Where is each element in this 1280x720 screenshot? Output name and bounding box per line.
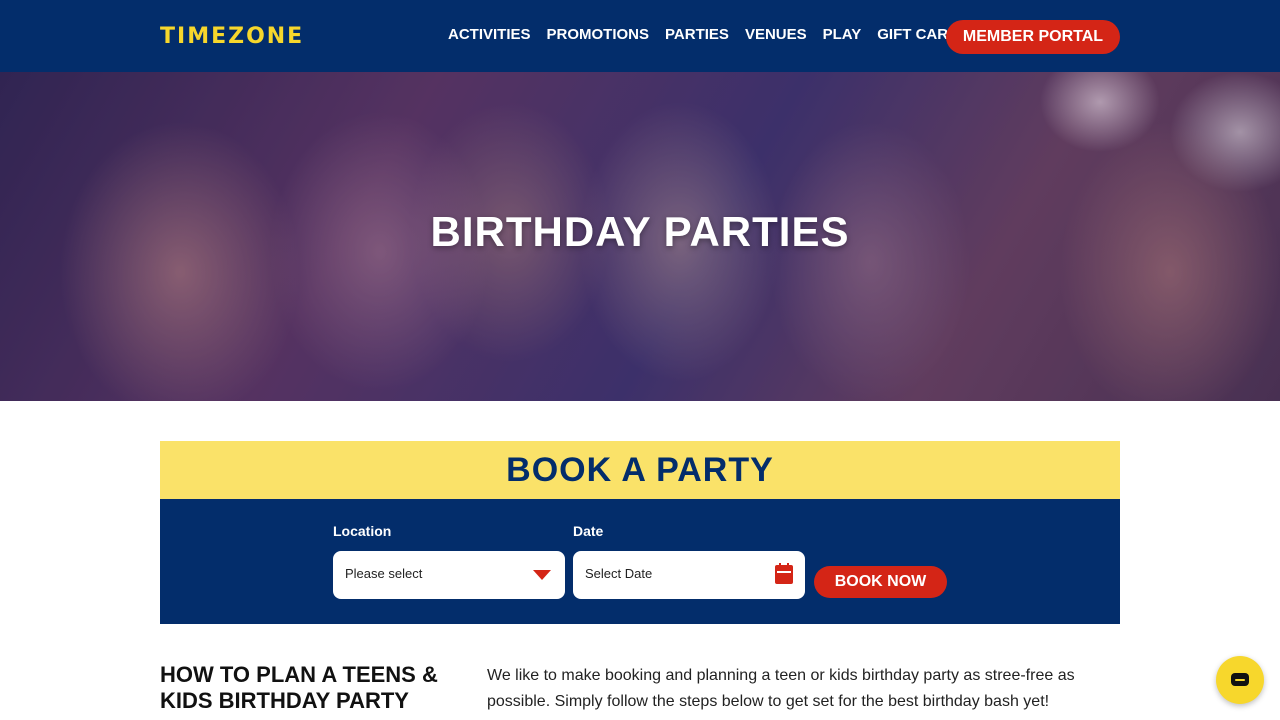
nav-play[interactable]: PLAY [823,26,862,43]
booking-header: BOOK A PARTY [160,441,1120,499]
date-value: Select Date [585,566,653,581]
chevron-down-icon [533,570,551,580]
nav-venues[interactable]: VENUES [745,26,807,43]
hero-title: BIRTHDAY PARTIES [430,208,850,255]
intro-text: We like to make booking and planning a t… [487,667,1075,710]
date-field[interactable]: Select Date [573,551,805,599]
nav-promotions[interactable]: PROMOTIONS [547,26,650,43]
hero-banner: BIRTHDAY PARTIES [0,72,1280,401]
main-nav: ACTIVITIES PROMOTIONS PARTIES VENUES PLA… [448,26,969,43]
calendar-icon[interactable] [775,563,793,584]
date-label: Date [573,523,604,539]
nav-parties[interactable]: PARTIES [665,26,729,43]
timezone-logo[interactable]: TIMEZONE [160,24,304,49]
member-portal-button[interactable]: MEMBER PORTAL [946,20,1120,54]
location-label: Location [333,523,392,539]
location-value: Please select [345,566,423,581]
location-select[interactable]: Please select [333,551,565,599]
book-now-button[interactable]: BOOK NOW [814,566,947,598]
booking-form: Location Please select Date Select Date … [160,499,1120,624]
booking-title: BOOK A PARTY [506,451,774,489]
chat-button[interactable] [1216,656,1264,704]
plan-heading: HOW TO PLAN A TEENS & KIDS BIRTHDAY PART… [160,662,438,713]
nav-activities[interactable]: ACTIVITIES [448,26,531,43]
chat-icon [1231,673,1249,686]
site-header: TIMEZONE ACTIVITIES PROMOTIONS PARTIES V… [0,0,1280,72]
